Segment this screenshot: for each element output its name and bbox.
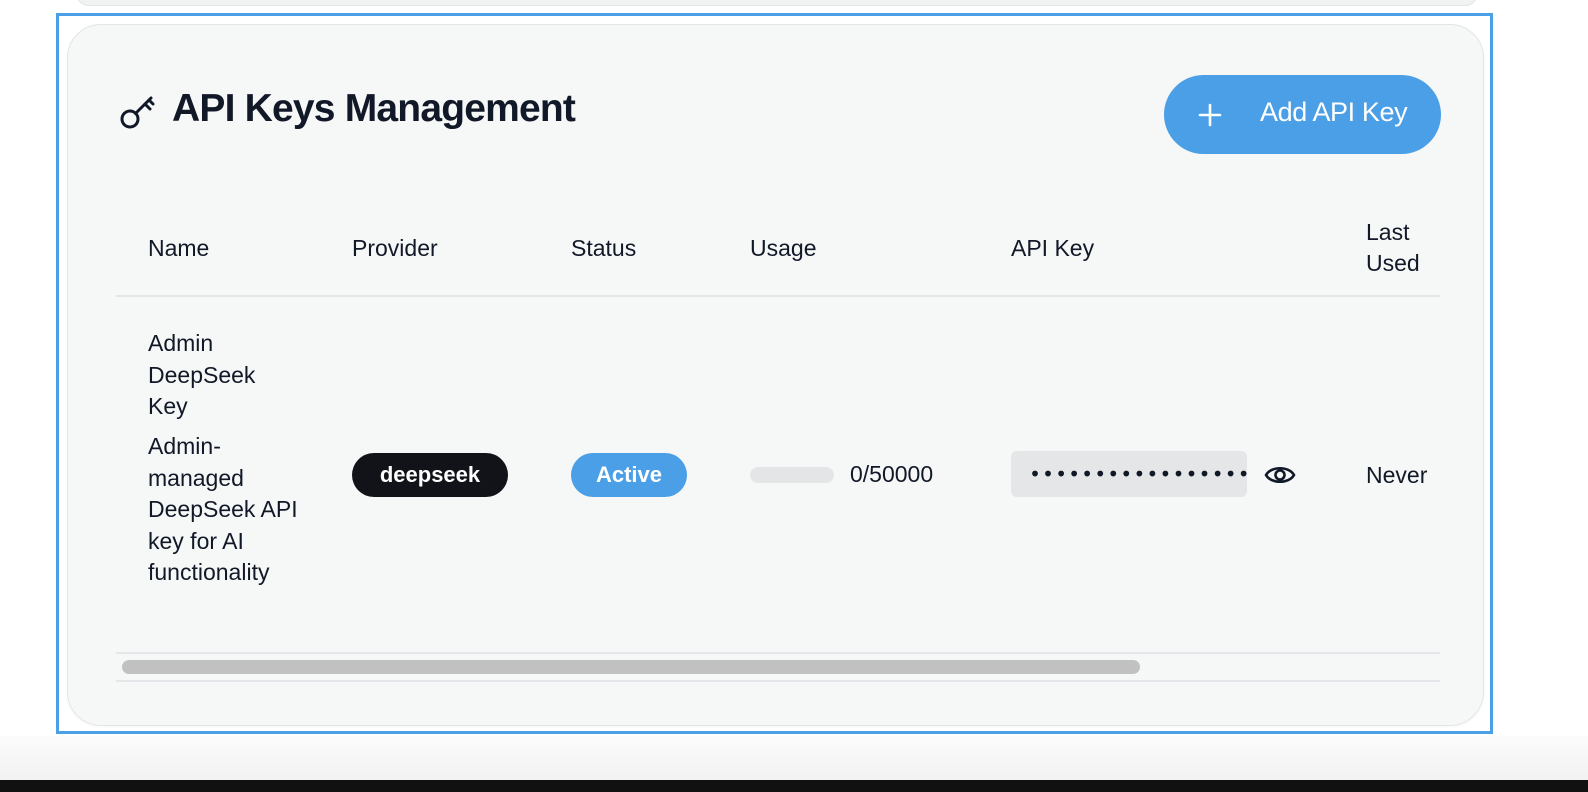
plus-icon (1198, 103, 1222, 127)
last-used-value: Never (1366, 462, 1428, 488)
scrollbar-thumb[interactable] (122, 660, 1140, 674)
status-badge: Active (571, 453, 687, 497)
provider-badge: deepseek (352, 453, 508, 497)
page-title: API Keys Management (172, 87, 576, 130)
usage-progress-bar (750, 467, 834, 483)
column-header-api-key[interactable]: API Key (1011, 233, 1094, 264)
key-name: Admin DeepSeek Key (148, 330, 256, 419)
page-bottom-area (0, 736, 1588, 780)
column-header-name[interactable]: Name (148, 233, 209, 264)
bottom-edge-bar (0, 780, 1588, 792)
column-header-last-used[interactable]: Last Used (1366, 217, 1436, 279)
key-icon (120, 96, 155, 129)
horizontal-scrollbar[interactable] (116, 654, 1440, 682)
masked-api-key: •••••••••••••••••••• (1011, 451, 1247, 497)
key-description: Admin-managed DeepSeek API key for AI fu… (148, 433, 298, 585)
eye-icon[interactable] (1264, 461, 1296, 489)
usage-count: 0/50000 (850, 461, 934, 487)
add-api-key-label: Add API Key (1260, 97, 1408, 127)
api-keys-card: API Keys Management Add API Key Name Pro… (67, 24, 1484, 726)
previous-card-edge (76, 0, 1478, 6)
column-header-status[interactable]: Status (571, 233, 636, 264)
column-header-usage[interactable]: Usage (750, 233, 816, 264)
header-divider (116, 295, 1440, 297)
add-api-key-button[interactable]: Add API Key (1164, 75, 1441, 154)
column-header-provider[interactable]: Provider (352, 233, 438, 264)
focus-highlight: API Keys Management Add API Key Name Pro… (56, 13, 1493, 734)
